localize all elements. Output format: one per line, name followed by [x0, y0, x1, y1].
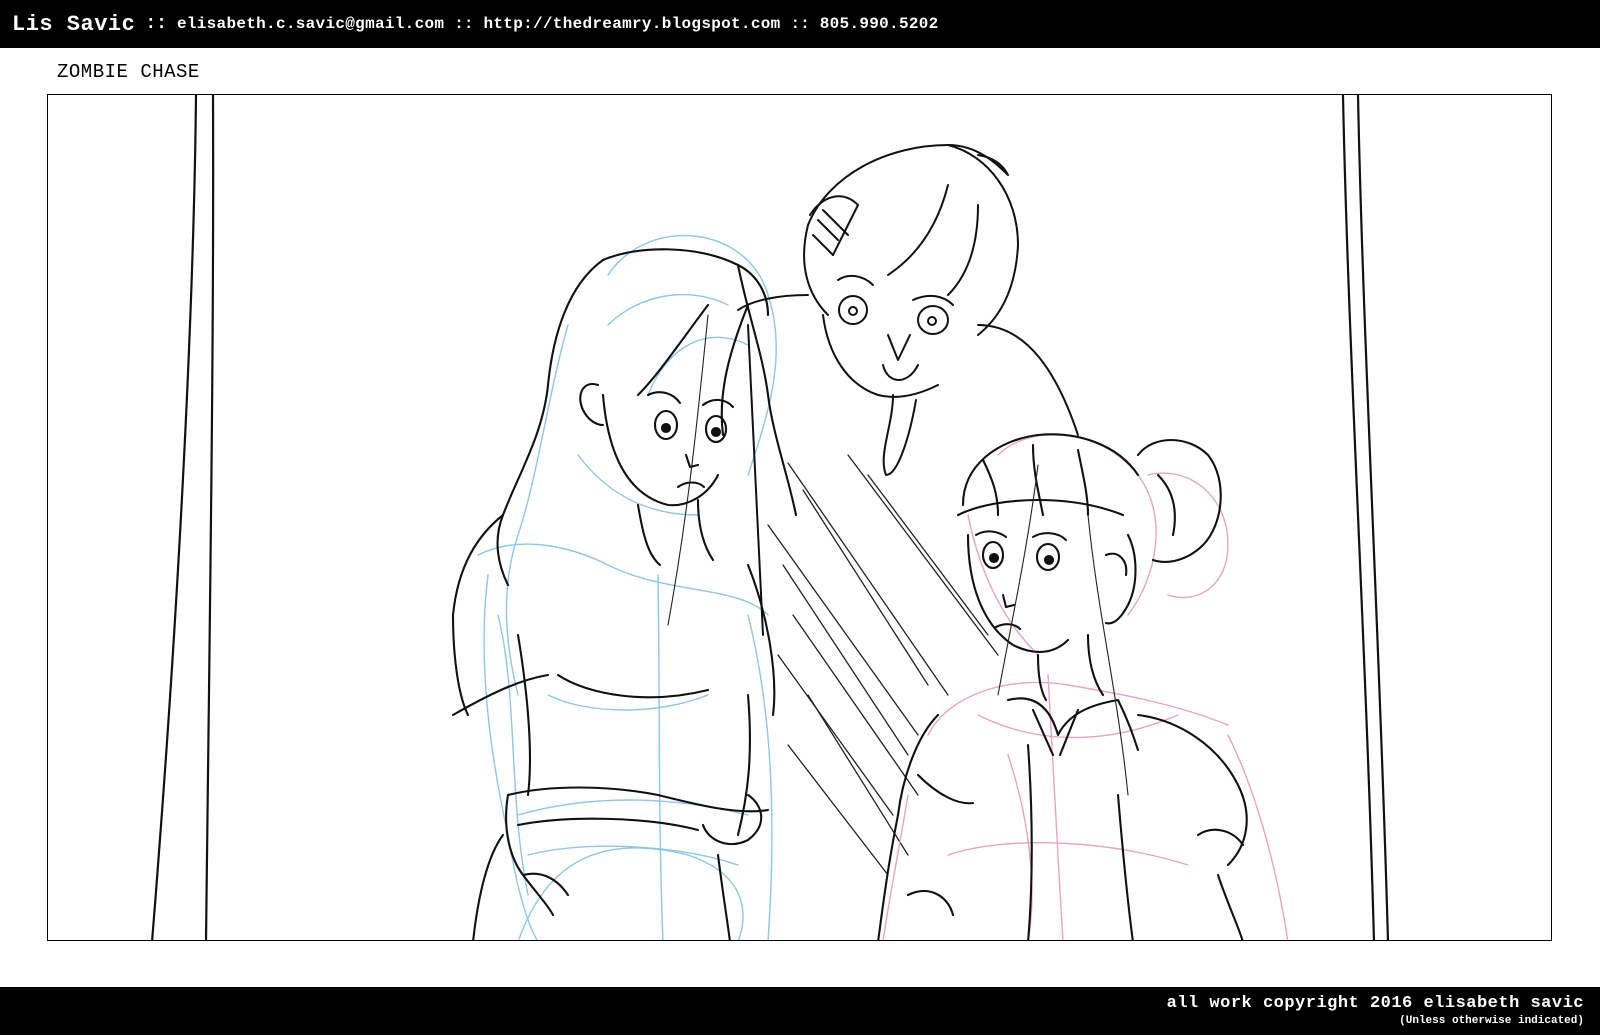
copyright-text: all work copyright 2016 elisabeth savic: [1166, 994, 1584, 1013]
zombie-figure: [737, 144, 1079, 636]
motion-lines: [767, 454, 999, 876]
separator: ::: [790, 15, 810, 33]
email-link[interactable]: elisabeth.c.savic@gmail.com: [177, 15, 444, 33]
footer-bar: all work copyright 2016 elisabeth savic …: [0, 987, 1600, 1035]
storyboard-panel: [47, 94, 1552, 941]
separator: ::: [145, 14, 167, 34]
artist-name: Lis Savic: [12, 11, 136, 37]
left-doorframe: [151, 95, 215, 940]
phone-number: 805.990.5202: [819, 15, 939, 33]
storyboard-sketch: [151, 95, 1390, 940]
right-girl-linework: [877, 433, 1248, 940]
header-bar: Lis Savic :: elisabeth.c.savic@gmail.com…: [0, 0, 1600, 48]
right-doorframe: [1341, 95, 1390, 940]
left-girl-construction: [477, 234, 777, 940]
copyright-note: (Unless otherwise indicated): [1399, 1015, 1584, 1027]
website-link[interactable]: http://thedreamry.blogspot.com: [483, 15, 780, 33]
separator: ::: [454, 15, 474, 33]
left-girl-linework: [451, 248, 798, 940]
panel-title: ZOMBIE CHASE: [57, 61, 200, 83]
